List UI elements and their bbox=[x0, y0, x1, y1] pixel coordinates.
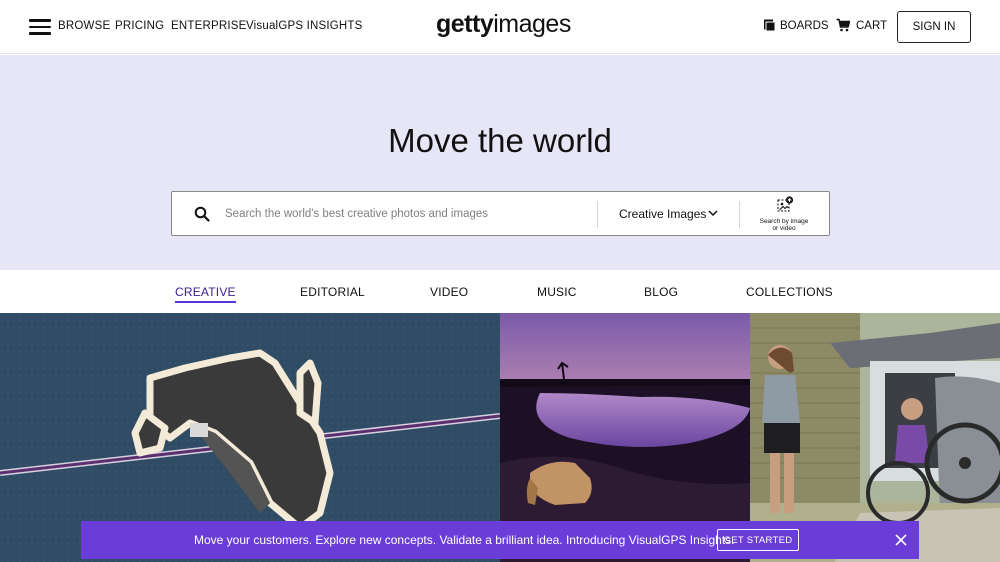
image-search-icon bbox=[777, 196, 794, 212]
cart-icon[interactable] bbox=[836, 18, 850, 32]
search-divider bbox=[597, 201, 598, 228]
hero-section: Move the world Creative Images Search by… bbox=[0, 55, 1000, 270]
promo-banner: Move your customers. Explore new concept… bbox=[81, 521, 919, 559]
tab-video[interactable]: VIDEO bbox=[430, 285, 468, 299]
banner-text: Move your customers. Explore new concept… bbox=[194, 533, 735, 547]
search-by-image-label: Search by image or video bbox=[744, 218, 824, 232]
content-tabs: CREATIVE EDITORIAL VIDEO MUSIC BLOG COLL… bbox=[0, 270, 1000, 313]
tab-editorial[interactable]: EDITORIAL bbox=[300, 285, 365, 299]
cart-link[interactable]: CART bbox=[856, 20, 887, 32]
search-by-image-label-line2: or video bbox=[772, 225, 796, 232]
search-icon[interactable] bbox=[194, 206, 210, 222]
tab-blog[interactable]: BLOG bbox=[644, 285, 678, 299]
search-by-image-button[interactable]: Search by image or video bbox=[744, 196, 824, 233]
logo-getty: getty bbox=[436, 10, 494, 38]
getty-images-logo[interactable]: gettyimages bbox=[436, 10, 571, 39]
boards-icon[interactable] bbox=[762, 18, 776, 32]
get-started-button[interactable]: GET STARTED bbox=[717, 529, 799, 551]
tab-music[interactable]: MUSIC bbox=[537, 285, 577, 299]
nav-visualgps-insights[interactable]: VisualGPS INSIGHTS bbox=[246, 20, 363, 32]
boards-link[interactable]: BOARDS bbox=[780, 20, 829, 32]
nav-enterprise[interactable]: ENTERPRISE bbox=[171, 20, 247, 32]
nav-pricing[interactable]: PRICING bbox=[115, 20, 164, 32]
search-by-image-label-line1: Search by image bbox=[759, 218, 809, 225]
search-input[interactable] bbox=[225, 203, 585, 225]
logo-images: images bbox=[493, 10, 571, 38]
search-type-dropdown[interactable]: Creative Images bbox=[619, 207, 706, 221]
site-header: BROWSE PRICING ENTERPRISE VisualGPS INSI… bbox=[0, 0, 1000, 54]
sign-in-button[interactable]: SIGN IN bbox=[897, 11, 971, 43]
menu-icon[interactable] bbox=[29, 19, 51, 35]
hero-title: Move the world bbox=[388, 122, 612, 159]
search-bar: Creative Images Search by image or video bbox=[171, 191, 830, 236]
tab-creative[interactable]: CREATIVE bbox=[175, 285, 236, 303]
close-icon[interactable] bbox=[893, 532, 909, 548]
nav-browse[interactable]: BROWSE bbox=[58, 20, 110, 32]
search-divider-2 bbox=[739, 201, 740, 228]
chevron-down-icon[interactable] bbox=[708, 209, 718, 217]
tab-collections[interactable]: COLLECTIONS bbox=[746, 285, 833, 299]
